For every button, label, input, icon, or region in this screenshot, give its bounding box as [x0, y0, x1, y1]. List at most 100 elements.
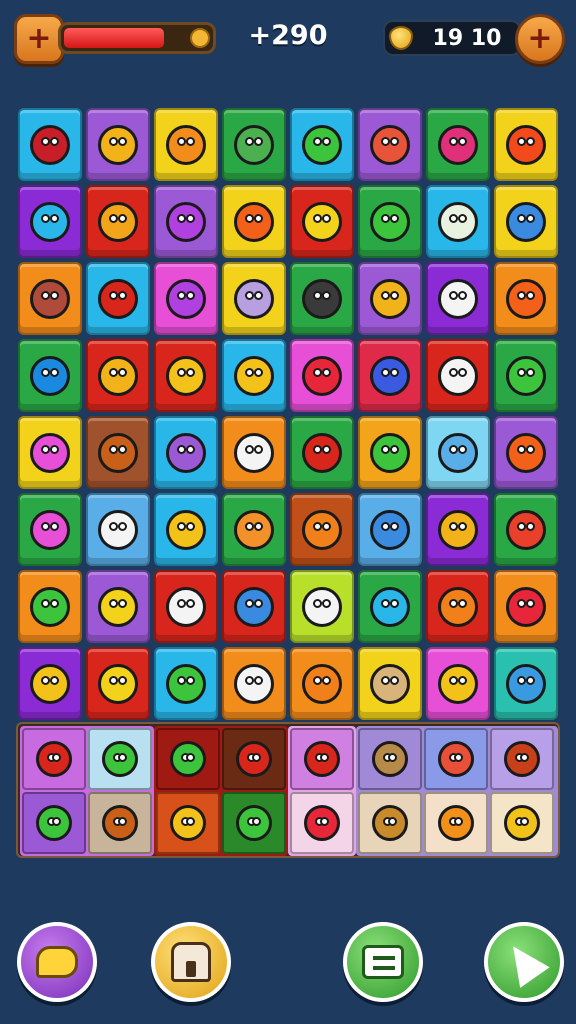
- eye: [118, 675, 127, 685]
- board-tile[interactable]: [86, 416, 150, 489]
- board-tile[interactable]: [290, 570, 354, 643]
- board-tile[interactable]: [494, 416, 558, 489]
- menu-icon: [362, 945, 404, 979]
- board-tile[interactable]: [86, 108, 150, 181]
- board-tile[interactable]: [290, 108, 354, 181]
- board-tile[interactable]: [154, 108, 218, 181]
- eye: [313, 367, 322, 377]
- tray-slot[interactable]: [88, 792, 152, 854]
- board-tile[interactable]: [222, 108, 286, 181]
- board-tile[interactable]: [494, 185, 558, 258]
- board-tile[interactable]: [426, 108, 490, 181]
- board-tile[interactable]: [358, 647, 422, 720]
- board-tile[interactable]: [222, 339, 286, 412]
- board-tile[interactable]: [426, 185, 490, 258]
- creature-icon: [170, 741, 206, 777]
- creature-icon: [98, 586, 138, 627]
- eye: [526, 598, 535, 608]
- board-tile[interactable]: [290, 185, 354, 258]
- tray-slot[interactable]: [88, 728, 152, 790]
- board-tile[interactable]: [358, 570, 422, 643]
- board-tile[interactable]: [222, 647, 286, 720]
- board-tile[interactable]: [222, 493, 286, 566]
- board-tile[interactable]: [426, 647, 490, 720]
- board-tile[interactable]: [86, 185, 150, 258]
- board-tile[interactable]: [290, 493, 354, 566]
- tray-slot[interactable]: [358, 792, 422, 854]
- board-tile[interactable]: [154, 570, 218, 643]
- board-tile[interactable]: [222, 570, 286, 643]
- board-tile[interactable]: [18, 108, 82, 181]
- tray-slot[interactable]: [222, 792, 286, 854]
- board-tile[interactable]: [18, 647, 82, 720]
- creature-icon: [98, 278, 138, 319]
- board-tile[interactable]: [358, 416, 422, 489]
- board-tile[interactable]: [426, 493, 490, 566]
- tray-slot[interactable]: [424, 728, 488, 790]
- board-tile[interactable]: [86, 570, 150, 643]
- board-tile[interactable]: [290, 262, 354, 335]
- board-tile[interactable]: [494, 339, 558, 412]
- board-tile[interactable]: [358, 185, 422, 258]
- board-tile[interactable]: [426, 416, 490, 489]
- board-tile[interactable]: [154, 647, 218, 720]
- board-tile[interactable]: [154, 339, 218, 412]
- tray-slot[interactable]: [156, 728, 220, 790]
- tray-slot[interactable]: [222, 728, 286, 790]
- tray-slot[interactable]: [424, 792, 488, 854]
- board-tile[interactable]: [222, 416, 286, 489]
- board-tile[interactable]: [290, 339, 354, 412]
- board-tile[interactable]: [426, 570, 490, 643]
- board-tile[interactable]: [358, 262, 422, 335]
- board-tile[interactable]: [18, 416, 82, 489]
- menu-button[interactable]: [343, 922, 423, 1002]
- plus-icon: +: [26, 21, 52, 56]
- board-tile[interactable]: [18, 570, 82, 643]
- board-tile[interactable]: [494, 493, 558, 566]
- eye: [381, 598, 390, 608]
- shop-button[interactable]: [151, 922, 231, 1002]
- board-tile[interactable]: [358, 493, 422, 566]
- board-tile[interactable]: [290, 647, 354, 720]
- board-tile[interactable]: [494, 570, 558, 643]
- board-tile[interactable]: [494, 647, 558, 720]
- board-tile[interactable]: [18, 262, 82, 335]
- board-tile[interactable]: [290, 416, 354, 489]
- board-tile[interactable]: [18, 339, 82, 412]
- board-tile[interactable]: [222, 262, 286, 335]
- tray-slot[interactable]: [358, 728, 422, 790]
- eye: [520, 753, 529, 762]
- eye: [454, 753, 463, 762]
- board-tile[interactable]: [494, 108, 558, 181]
- board-tile[interactable]: [86, 647, 150, 720]
- board-tile[interactable]: [154, 262, 218, 335]
- add-health-button[interactable]: +: [14, 14, 64, 64]
- board-tile[interactable]: [86, 262, 150, 335]
- board-tile[interactable]: [154, 493, 218, 566]
- board-tile[interactable]: [154, 416, 218, 489]
- board-tile[interactable]: [86, 339, 150, 412]
- tray-slot[interactable]: [290, 728, 354, 790]
- tray-slot[interactable]: [290, 792, 354, 854]
- eye: [381, 444, 390, 454]
- tray-slot[interactable]: [490, 792, 554, 854]
- eye: [517, 213, 526, 223]
- tray-slot[interactable]: [22, 728, 86, 790]
- board-tile[interactable]: [18, 185, 82, 258]
- board-tile[interactable]: [154, 185, 218, 258]
- creature-icon: [170, 805, 206, 841]
- play-button[interactable]: [484, 922, 564, 1002]
- board-tile[interactable]: [358, 108, 422, 181]
- tray-slot[interactable]: [490, 728, 554, 790]
- chat-button[interactable]: [17, 922, 97, 1002]
- tray-slot[interactable]: [22, 792, 86, 854]
- add-coins-button[interactable]: +: [515, 14, 565, 64]
- tray-slot[interactable]: [156, 792, 220, 854]
- board-tile[interactable]: [426, 262, 490, 335]
- board-tile[interactable]: [86, 493, 150, 566]
- board-tile[interactable]: [222, 185, 286, 258]
- board-tile[interactable]: [426, 339, 490, 412]
- board-tile[interactable]: [494, 262, 558, 335]
- board-tile[interactable]: [18, 493, 82, 566]
- board-tile[interactable]: [358, 339, 422, 412]
